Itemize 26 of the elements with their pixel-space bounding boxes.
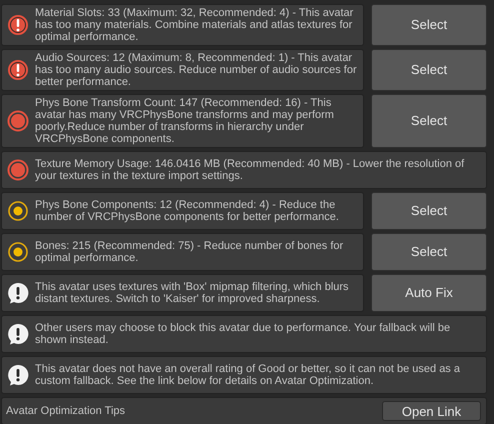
info-bubble-icon bbox=[7, 364, 29, 386]
warning-dot-icon bbox=[7, 200, 29, 222]
message-text: Other users may choose to block this avatar due to performance. Your fallback will be shown instead. bbox=[35, 322, 452, 346]
alert-dot-icon bbox=[7, 110, 29, 132]
message-text: Material Slots: 33 (Maximum: 32, Recommended: 4) - This avatar has too many materials. Combine materials and atlas textures for optimal performance. bbox=[35, 7, 354, 43]
info-bubble-icon bbox=[7, 323, 29, 345]
message-text: This avatar uses textures with 'Box' mipmap filtering, which blurs distant textures. Switch to 'Kaiser' for improved sharpness. bbox=[35, 281, 350, 305]
action-button[interactable]: Select bbox=[371, 4, 487, 46]
message-text: Audio Sources: 12 (Maximum: 8, Recommended: 1) - This avatar has too many audio sources. Reduce number of audio sources for better performance. bbox=[35, 52, 358, 88]
warning-dot-icon bbox=[7, 241, 29, 263]
info-bubble-icon bbox=[7, 282, 29, 304]
alert-dot-icon bbox=[7, 159, 29, 181]
action-button[interactable]: Auto Fix bbox=[371, 274, 487, 312]
error-icon bbox=[7, 14, 29, 36]
tips-label: Avatar Optimization Tips bbox=[6, 404, 126, 419]
action-button[interactable]: Select bbox=[371, 49, 487, 91]
action-button[interactable]: Select bbox=[371, 192, 487, 230]
error-icon bbox=[7, 59, 29, 81]
message-text: Texture Memory Usage: 146.0416 MB (Recommended: 40 MB) - Lower the resolution of your textures in the texture import settings. bbox=[35, 158, 466, 182]
message-text: Bones: 215 (Recommended: 75) - Reduce number of bones for optimal performance. bbox=[35, 240, 344, 264]
action-button[interactable]: Select bbox=[371, 233, 487, 271]
message-text: This avatar does not have an overall rating of Good or better, so it can not be used as a custom fallback. See the link below for details on Avatar Optimization. bbox=[35, 363, 461, 387]
action-button[interactable]: Select bbox=[371, 94, 487, 148]
open-link-button[interactable]: Open Link bbox=[382, 401, 481, 421]
message-text: Phys Bone Transform Count: 147 (Recommended: 16) - This avatar has many VRCPhysBone transforms and may perform poorly.Reduce number of transforms in hierarchy under VRCPhysBone components. bbox=[35, 97, 335, 145]
message-text: Phys Bone Components: 12 (Recommended: 4) - Reduce the number of VRCPhysBone components for better performance. bbox=[35, 199, 340, 223]
